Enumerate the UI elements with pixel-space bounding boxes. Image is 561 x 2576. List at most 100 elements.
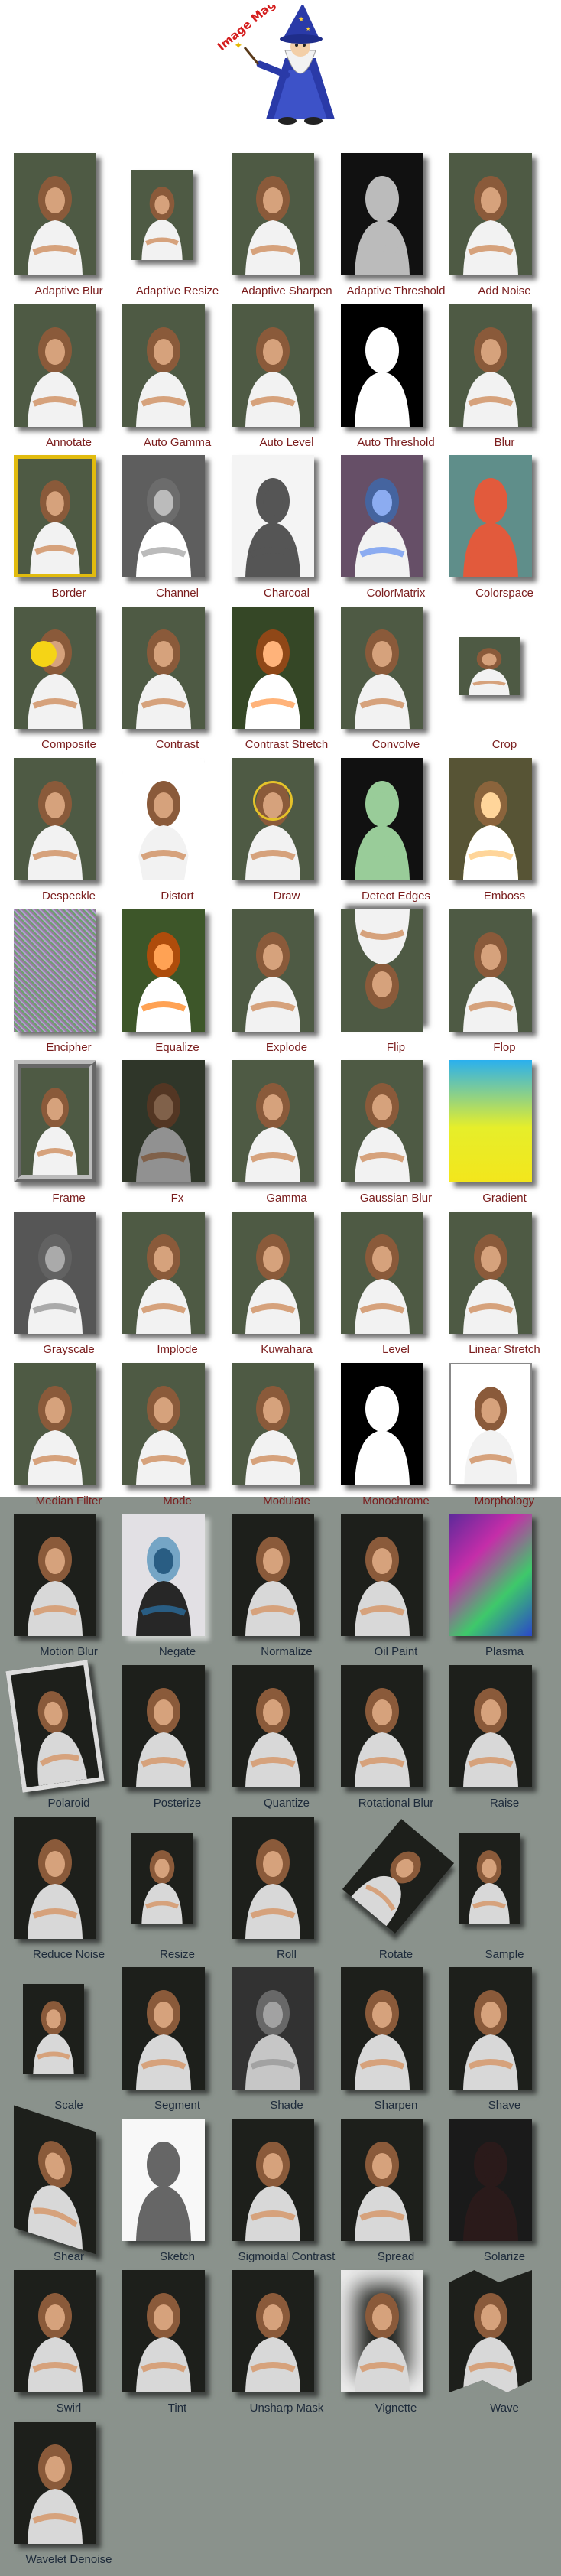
effect-item: Flop xyxy=(449,909,559,1061)
effect-label: Channel xyxy=(156,587,199,600)
effect-label: Rotational Blur xyxy=(358,1797,434,1810)
effect-label: Segment xyxy=(154,2099,201,2112)
svg-text:★: ★ xyxy=(306,26,310,32)
effect-label: Polaroid xyxy=(47,1797,90,1810)
photo-thumb xyxy=(122,909,205,1032)
effect-label: Roll xyxy=(277,1948,297,1961)
effect-item: ColorMatrix xyxy=(341,455,451,607)
photo-thumb xyxy=(122,1967,205,2090)
effect-item: Contrast xyxy=(122,607,232,758)
effect-item: Adaptive Sharpen xyxy=(232,153,342,304)
effect-item: Sharpen xyxy=(341,1967,451,2119)
effect-item: Roll xyxy=(232,1817,342,1968)
effect-item: Oil Paint xyxy=(341,1514,451,1665)
photo-thumb xyxy=(122,607,205,729)
photo-thumb xyxy=(5,1660,105,1793)
effect-label: Draw xyxy=(273,890,300,903)
effect-item: Composite xyxy=(14,607,124,758)
effect-label: Monochrome xyxy=(362,1495,430,1508)
effect-label: Shave xyxy=(488,2099,521,2112)
photo-thumb xyxy=(14,1514,96,1636)
effect-label: Negate xyxy=(158,1645,196,1658)
effect-label: Adaptive Sharpen xyxy=(241,285,332,298)
effect-item: Solarize xyxy=(449,2119,559,2270)
photo-thumb xyxy=(232,455,314,577)
photo-thumb xyxy=(232,607,314,729)
effect-label: Tint xyxy=(167,2402,187,2415)
effect-label: Fx xyxy=(170,1192,184,1205)
effect-label: Contrast xyxy=(155,738,199,751)
effect-item: Emboss xyxy=(449,758,559,909)
effect-label: Auto Level xyxy=(259,436,314,449)
effect-label: Grayscale xyxy=(43,1343,95,1356)
photo-thumb xyxy=(232,2119,314,2241)
photo-thumb xyxy=(449,2119,532,2241)
effect-item: Segment xyxy=(122,1967,232,2119)
photo-thumb xyxy=(14,2105,96,2255)
effect-label: Oil Paint xyxy=(374,1645,418,1658)
effect-item: Motion Blur xyxy=(14,1514,124,1665)
photo-thumb xyxy=(341,909,423,1032)
photo-thumb xyxy=(341,607,423,729)
effect-label: Adaptive Threshold xyxy=(346,285,446,298)
photo-thumb xyxy=(23,1984,84,2074)
photo-thumb xyxy=(341,1967,423,2090)
photo-thumb xyxy=(449,1212,532,1334)
photo-thumb xyxy=(449,758,532,880)
photo-thumb xyxy=(341,1212,423,1334)
effect-item: Add Noise xyxy=(449,153,559,304)
effect-item: Tint xyxy=(122,2270,232,2422)
photo-thumb xyxy=(14,304,96,427)
effect-label: Frame xyxy=(52,1192,86,1205)
photo-thumb xyxy=(232,1817,314,1939)
effect-item: Detect Edges xyxy=(341,758,451,909)
photo-thumb xyxy=(341,455,423,577)
effect-item: Gaussian Blur xyxy=(341,1060,451,1212)
photo-thumb xyxy=(449,1665,532,1787)
effect-label: Detect Edges xyxy=(361,890,431,903)
effect-item: Adaptive Blur xyxy=(14,153,124,304)
effect-item: Implode xyxy=(122,1212,232,1363)
effect-label: Median Filter xyxy=(35,1495,102,1508)
effect-item: Adaptive Resize xyxy=(122,153,232,304)
photo-thumb xyxy=(122,758,205,880)
effect-label: Unsharp Mask xyxy=(249,2402,324,2415)
photo-thumb xyxy=(122,304,205,427)
photo-thumb xyxy=(341,2270,423,2392)
effect-label: Crop xyxy=(491,738,517,751)
effect-label: Despeckle xyxy=(41,890,96,903)
effect-label: Resize xyxy=(160,1948,195,1961)
effect-label: Raise xyxy=(489,1797,520,1810)
photo-thumb xyxy=(459,1833,520,1924)
photo-thumb xyxy=(232,1967,314,2090)
photo-thumb xyxy=(14,1060,96,1182)
effect-label: Solarize xyxy=(483,2250,526,2263)
effect-label: Convolve xyxy=(371,738,420,751)
effect-item: Auto Threshold xyxy=(341,304,451,456)
effect-item: Negate xyxy=(122,1514,232,1665)
effect-item: Unsharp Mask xyxy=(232,2270,342,2422)
effect-label: Implode xyxy=(157,1343,198,1356)
effect-item: Linear Stretch xyxy=(449,1212,559,1363)
photo-thumb xyxy=(14,2422,96,2544)
effect-item: Shave xyxy=(449,1967,559,2119)
photo-thumb xyxy=(14,1817,96,1939)
photo-thumb xyxy=(122,1514,205,1636)
effect-label: Shade xyxy=(270,2099,303,2112)
effect-label: Adaptive Resize xyxy=(135,285,219,298)
effect-label: Gradient xyxy=(482,1192,527,1205)
effect-label: Add Noise xyxy=(478,285,531,298)
effect-label: Motion Blur xyxy=(40,1645,98,1658)
effect-label: Emboss xyxy=(483,890,526,903)
photo-thumb xyxy=(232,1060,314,1182)
photo-thumb xyxy=(449,2270,532,2392)
effect-item: Shade xyxy=(232,1967,342,2119)
effect-label: Explode xyxy=(265,1041,308,1054)
photo-thumb xyxy=(341,758,423,880)
photo-thumb xyxy=(232,758,314,880)
effect-item: Polaroid xyxy=(5,1660,124,1817)
photo-thumb xyxy=(232,909,314,1032)
effect-label: Sharpen xyxy=(374,2099,418,2112)
effect-item: Explode xyxy=(232,909,342,1061)
photo-thumb xyxy=(14,758,96,880)
